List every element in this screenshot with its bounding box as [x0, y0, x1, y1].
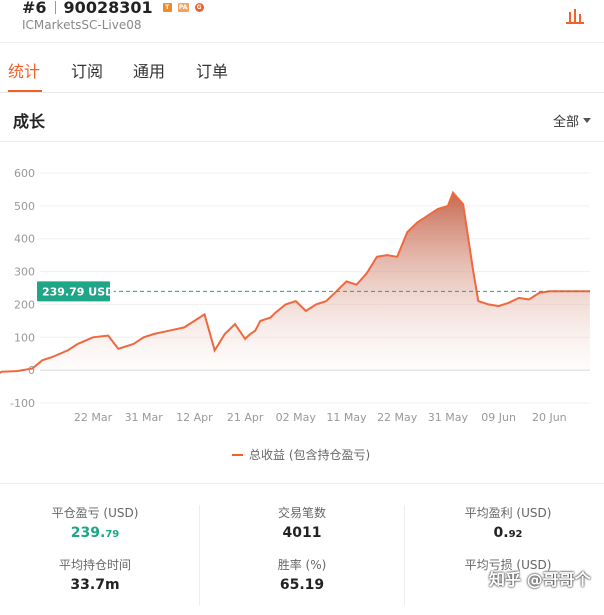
y-tick-label: 300: [14, 266, 35, 279]
stat-label: 胜率 (%): [277, 558, 327, 572]
bar-chart-icon[interactable]: [565, 6, 585, 24]
x-tick-label: 12 Apr: [176, 411, 213, 424]
current-value-label: 239.79 USD: [42, 285, 114, 298]
divider: [0, 483, 604, 484]
caret-down-icon: [583, 118, 592, 123]
stat-value: 4011: [282, 525, 322, 541]
divider: [199, 505, 200, 605]
x-tick-label: 22 Mar: [74, 411, 113, 424]
account-rank: #6: [22, 0, 47, 17]
y-tick-label: 500: [14, 200, 35, 213]
stat-label: 平仓盈亏 (USD): [51, 506, 139, 520]
y-tick-label: 400: [14, 233, 35, 246]
tab-bar: 统计 订阅 通用 订单: [0, 42, 604, 93]
stat-value: 33.7m: [70, 577, 120, 593]
tab-general[interactable]: 通用: [133, 58, 165, 82]
stat-value: 0.92: [493, 525, 523, 541]
watermark: 知乎 @哥哥个: [489, 570, 591, 589]
range-dropdown-label: 全部: [553, 115, 580, 130]
stat-label: 平均盈利 (USD): [464, 506, 552, 520]
y-tick-label: -100: [10, 397, 35, 410]
x-tick-label: 31 Mar: [125, 411, 164, 424]
section-title: 成长: [13, 112, 46, 131]
chart-legend[interactable]: 总收益 (包含持仓盈亏): [232, 446, 370, 463]
y-tick-label: 100: [14, 331, 35, 344]
stat-label: 交易笔数: [277, 506, 326, 520]
stat-avg-profit: 平均盈利 (USD) 0.92: [418, 504, 598, 541]
x-tick-label: 20 Jun: [532, 411, 567, 424]
badge-t-icon: T: [162, 3, 172, 12]
active-tab-indicator: [8, 90, 42, 92]
legend-label: 总收益 (包含持仓盈亏): [249, 448, 371, 462]
tab-statistics[interactable]: 统计: [8, 58, 40, 82]
x-tick-label: 31 May: [428, 411, 469, 424]
growth-section-header: 成长 全部: [0, 94, 604, 142]
stat-value: 65.19: [279, 577, 325, 593]
stat-avg-hold-time: 平均持仓时间 33.7m: [5, 556, 185, 593]
x-tick-label: 22 May: [377, 411, 418, 424]
badge-medal-icon: G: [194, 3, 204, 12]
stat-closed-pnl: 平仓盈亏 (USD) 239.79: [5, 504, 185, 541]
y-tick-label: 200: [14, 298, 35, 311]
stat-trade-count: 交易笔数 4011: [212, 504, 392, 541]
x-tick-label: 11 May: [326, 411, 367, 424]
badge-pa-icon: PA: [177, 3, 189, 12]
y-tick-label: 0: [28, 364, 35, 377]
x-tick-label: 21 Apr: [227, 411, 264, 424]
range-dropdown[interactable]: 全部: [553, 111, 592, 130]
account-number: 90028301: [63, 0, 153, 17]
stat-value: 239.79: [70, 525, 120, 541]
legend-swatch: [232, 453, 243, 456]
divider: [404, 505, 405, 605]
divider: [54, 1, 56, 14]
x-tick-label: 09 Jun: [481, 411, 516, 424]
tab-orders[interactable]: 订单: [196, 58, 228, 82]
y-tick-label: 600: [14, 167, 35, 180]
tab-subscribe[interactable]: 订阅: [71, 58, 103, 82]
x-tick-label: 02 May: [276, 411, 317, 424]
account-line: #6 90028301 T PA G: [22, 0, 204, 17]
account-header: #6 90028301 T PA G ICMarketsSC-Live08: [0, 0, 604, 42]
growth-chart[interactable]: 239.79 USD 600 500 400 300 200 100 0 -100 22 Ma…: [0, 143, 604, 483]
stat-win-rate: 胜率 (%) 65.19: [212, 556, 392, 593]
stat-label: 平均持仓时间: [58, 558, 131, 572]
account-server: ICMarketsSC-Live08: [22, 18, 142, 32]
